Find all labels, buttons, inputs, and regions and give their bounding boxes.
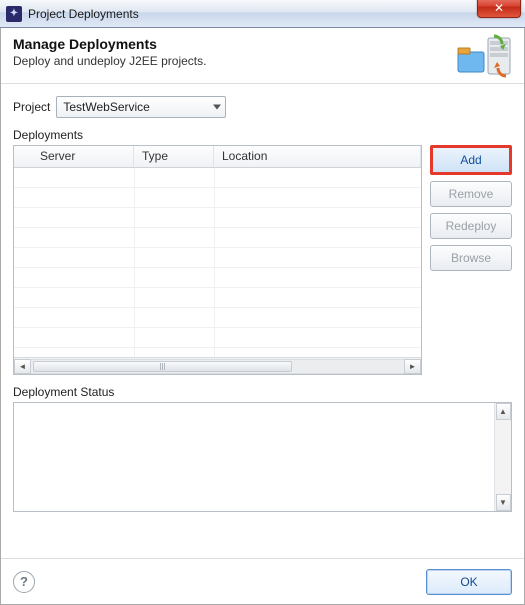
header-title: Manage Deployments [13,36,512,52]
project-row: Project TestWebService [13,96,512,118]
scroll-down-button[interactable]: ▼ [496,494,511,511]
table-header: Server Type Location [14,146,421,168]
scroll-up-button[interactable]: ▲ [496,403,511,420]
help-icon: ? [20,574,28,589]
redeploy-button[interactable]: Redeploy [430,213,512,239]
project-combo[interactable]: TestWebService [56,96,226,118]
deployments-label: Deployments [13,128,512,142]
project-label: Project [13,100,50,114]
scroll-track[interactable] [31,359,404,374]
scroll-left-button[interactable]: ◄ [14,359,31,374]
table-body[interactable] [14,168,421,357]
scroll-thumb[interactable] [33,361,292,372]
ok-button[interactable]: OK [426,569,512,595]
project-selected: TestWebService [63,100,149,114]
scroll-right-button[interactable]: ► [404,359,421,374]
side-buttons: Add Remove Redeploy Browse [430,145,512,375]
dialog-header: Manage Deployments Deploy and undeploy J… [1,28,524,84]
status-label: Deployment Status [13,385,512,399]
horizontal-scrollbar[interactable]: ◄ ► [14,357,421,374]
col-server[interactable]: Server [14,146,134,167]
chevron-down-icon [213,105,221,110]
header-subtitle: Deploy and undeploy J2EE projects. [13,54,512,68]
add-button[interactable]: Add [430,145,512,175]
app-icon: ✦ [6,6,22,22]
deploy-icon [454,34,514,78]
deployments-area: Server Type Location ◄ [13,145,512,375]
dialog-footer: ? OK [1,558,524,604]
deployments-table[interactable]: Server Type Location ◄ [13,145,422,375]
browse-button[interactable]: Browse [430,245,512,271]
window-title: Project Deployments [28,7,139,21]
close-icon: ✕ [494,1,504,15]
help-button[interactable]: ? [13,571,35,593]
status-box[interactable]: ▲ ▼ [13,402,512,512]
vertical-scrollbar[interactable]: ▲ ▼ [494,403,511,511]
dialog-content: Project TestWebService Deployments Serve… [1,84,524,512]
dialog-body: Manage Deployments Deploy and undeploy J… [0,28,525,605]
title-bar: ✦ Project Deployments ✕ [0,0,525,28]
col-type[interactable]: Type [134,146,214,167]
col-location[interactable]: Location [214,146,421,167]
remove-button[interactable]: Remove [430,181,512,207]
close-button[interactable]: ✕ [477,0,521,18]
